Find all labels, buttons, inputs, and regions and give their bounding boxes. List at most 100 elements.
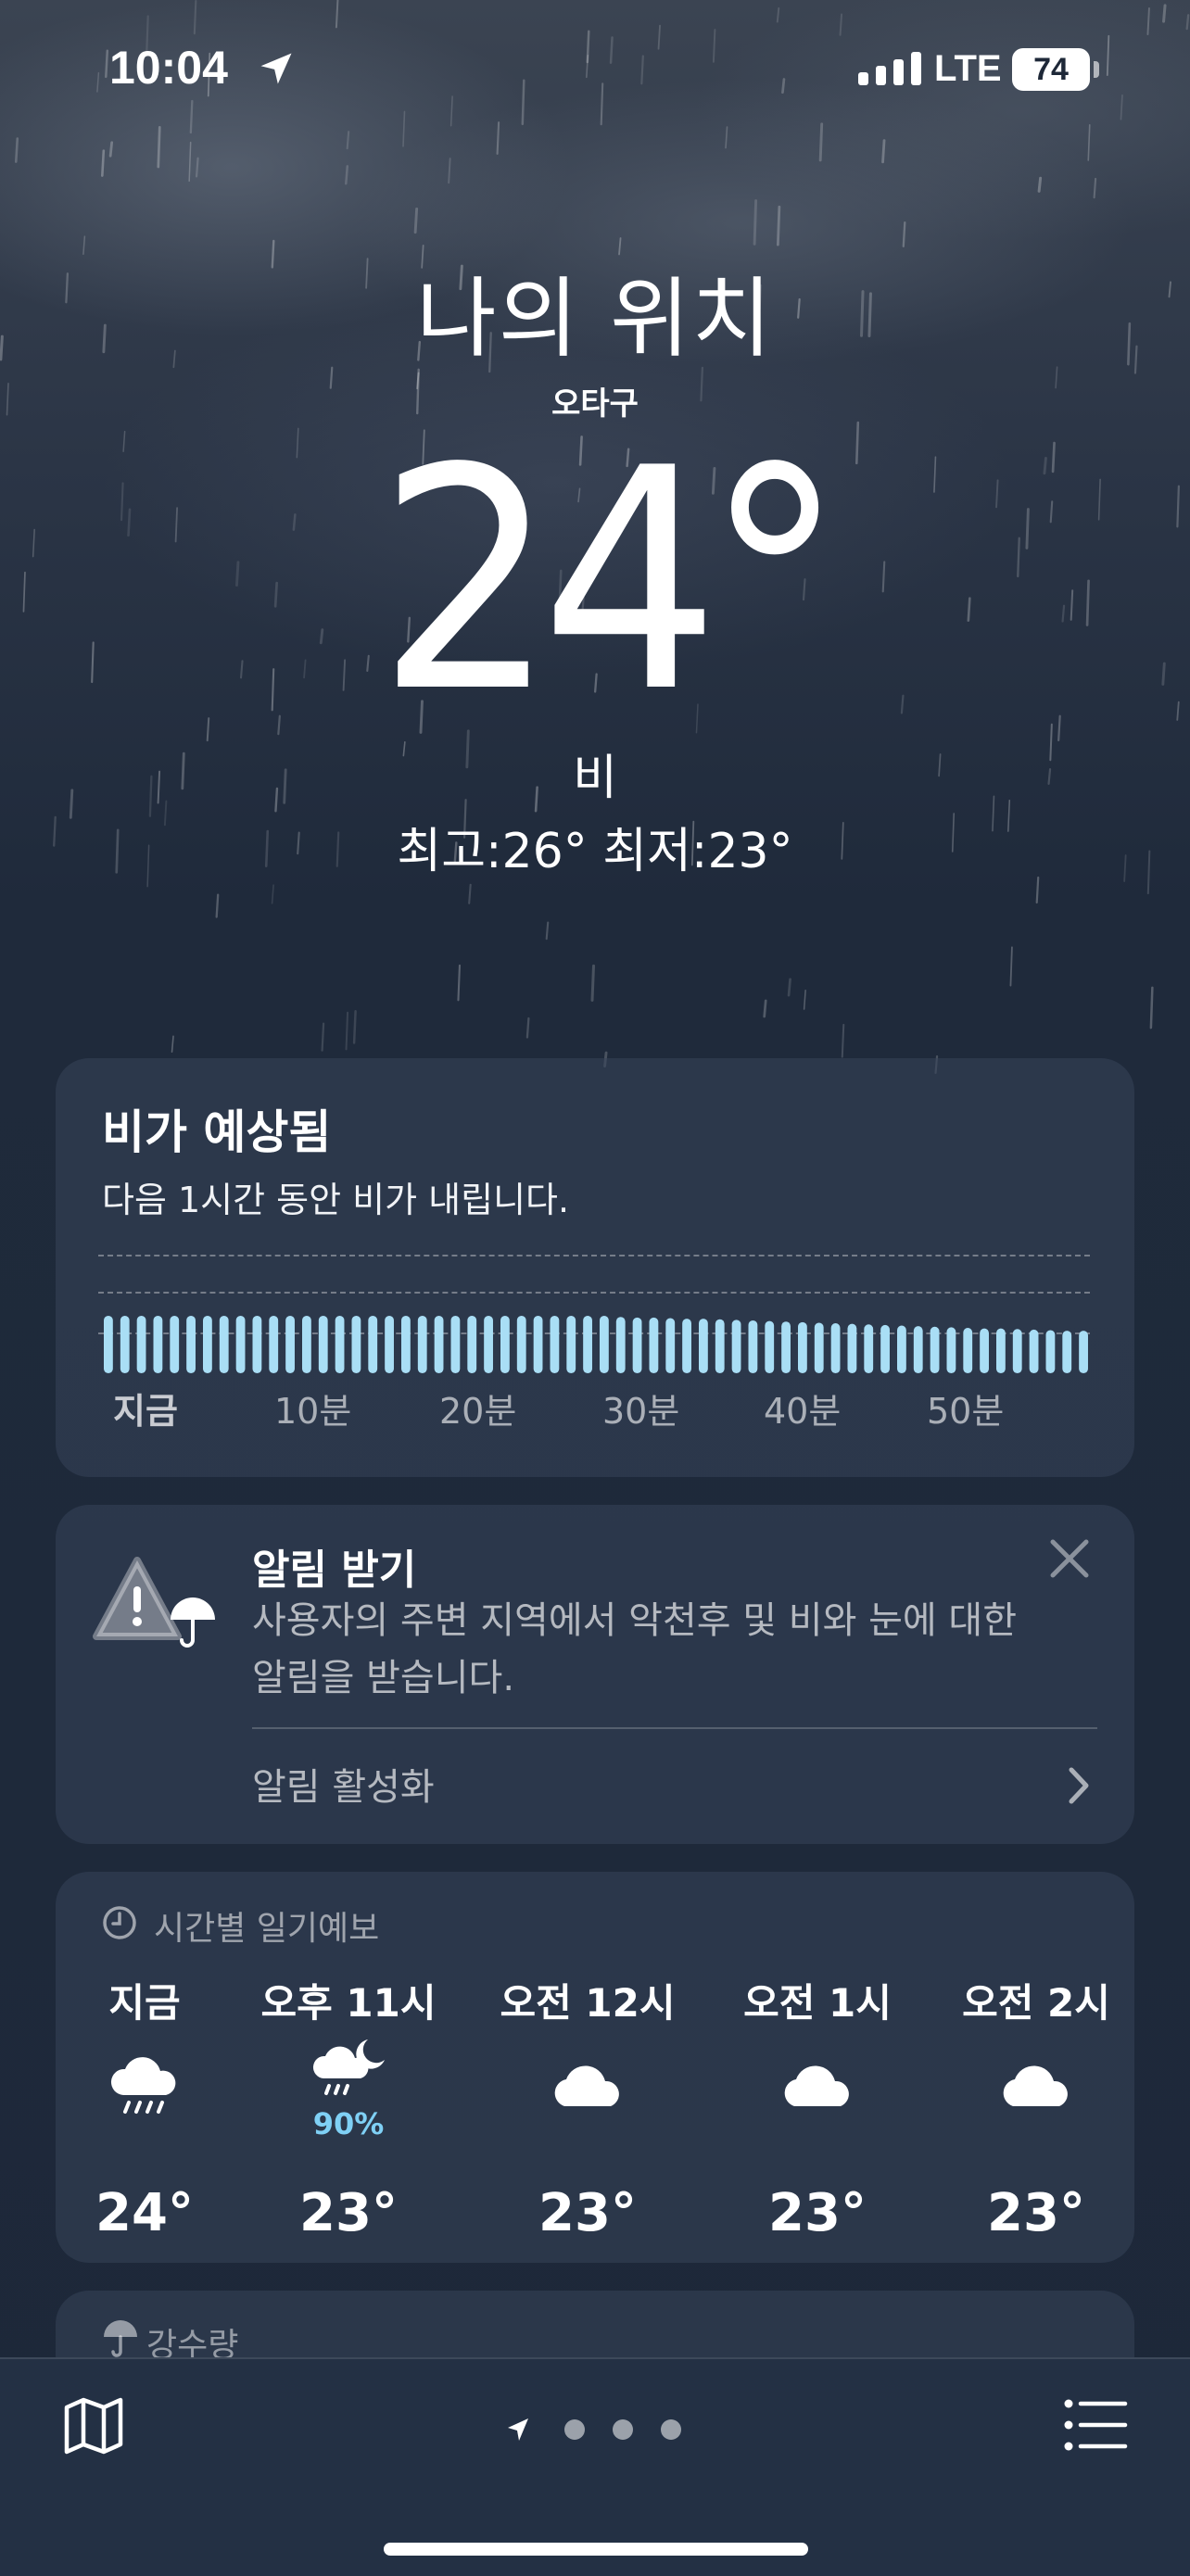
precip-bar bbox=[401, 1316, 411, 1373]
precip-bar bbox=[731, 1320, 741, 1373]
hour-label: 오후 11시 bbox=[260, 1980, 437, 2026]
close-icon[interactable] bbox=[1044, 1533, 1095, 1585]
x-label-20: 20분 bbox=[439, 1391, 517, 1432]
precip-bar bbox=[682, 1319, 691, 1373]
precip-bar bbox=[484, 1316, 493, 1373]
cellular-signal-icon bbox=[858, 52, 921, 85]
precip-bar bbox=[583, 1316, 592, 1373]
precip-bar bbox=[781, 1321, 791, 1373]
x-label-now: 지금 bbox=[113, 1391, 178, 1432]
x-label-30: 30분 bbox=[602, 1391, 680, 1432]
location-arrow-icon bbox=[508, 2418, 528, 2441]
hour-label: 오전 2시 bbox=[962, 1980, 1110, 2026]
rain-forecast-card[interactable]: 비가 예상됨 다음 1시간 동안 비가 내립니다. 지금 10분 20분 30분… bbox=[56, 1058, 1134, 1477]
hourly-item: 오전 2시 23° bbox=[943, 1972, 1129, 2243]
page-indicator[interactable] bbox=[500, 2411, 695, 2448]
precip-bar bbox=[897, 1325, 906, 1373]
precip-bar bbox=[186, 1316, 196, 1373]
precip-bar bbox=[500, 1316, 510, 1373]
precipitation-chart bbox=[104, 1316, 1088, 1373]
precip-bar bbox=[335, 1316, 345, 1373]
hour-temp: 23° bbox=[768, 2183, 867, 2243]
precip-bar bbox=[1012, 1329, 1022, 1373]
precip-bar bbox=[880, 1324, 890, 1373]
precip-bar bbox=[566, 1316, 576, 1373]
location-title: 나의 위치 bbox=[416, 269, 774, 370]
chart-gridline bbox=[98, 1292, 1090, 1294]
hourly-item: 오후 11시 90% 23° bbox=[256, 1972, 441, 2243]
precip-bar bbox=[104, 1316, 113, 1373]
hourly-item: 지금 24° bbox=[52, 1972, 237, 2243]
rain-card-title: 비가 예상됨 bbox=[102, 1105, 332, 1159]
precip-bar bbox=[1045, 1330, 1056, 1373]
battery-level: 74 bbox=[1012, 48, 1090, 91]
status-bar: 10:04 LTE 74 bbox=[0, 0, 1190, 139]
x-label-40: 40분 bbox=[764, 1391, 842, 1432]
precip-bar bbox=[1079, 1331, 1088, 1373]
precip-bar bbox=[913, 1326, 923, 1373]
x-label-50: 50분 bbox=[927, 1391, 1005, 1432]
precip-bar bbox=[814, 1322, 824, 1373]
precip-bar bbox=[269, 1316, 279, 1373]
alert-card[interactable]: 알림 받기 사용자의 주변 지역에서 악천후 및 비와 눈에 대한 알림을 받습… bbox=[56, 1505, 1134, 1844]
precip-bar bbox=[715, 1319, 725, 1373]
precip-chance: 90% bbox=[312, 2106, 385, 2141]
rain-cloud-icon bbox=[110, 2057, 176, 2114]
precip-bar bbox=[516, 1316, 526, 1373]
divider bbox=[252, 1727, 1097, 1729]
chart-gridline bbox=[98, 1255, 1090, 1256]
precip-bar bbox=[996, 1328, 1006, 1373]
precip-bar bbox=[1062, 1331, 1072, 1373]
umbrella-icon bbox=[104, 2320, 137, 2357]
current-weather: 나의 위치 오타구 24° 비 최고:26° 최저:23° bbox=[0, 269, 1190, 881]
cloud-icon bbox=[554, 2065, 619, 2106]
map-icon[interactable] bbox=[61, 2393, 126, 2457]
night-rain-icon bbox=[312, 2039, 385, 2095]
network-type: LTE bbox=[934, 48, 1002, 89]
precip-bar bbox=[798, 1321, 807, 1373]
precip-bar bbox=[252, 1316, 262, 1373]
precip-bar bbox=[120, 1316, 130, 1373]
precip-bar bbox=[600, 1316, 609, 1373]
precip-bar bbox=[864, 1324, 874, 1373]
precip-bar bbox=[302, 1316, 311, 1373]
high-low-temperature: 최고:26° 최저:23° bbox=[397, 824, 793, 879]
cloud-icon bbox=[784, 2065, 849, 2106]
chevron-right-icon[interactable] bbox=[1060, 1762, 1097, 1809]
precip-bar bbox=[963, 1328, 973, 1373]
list-icon[interactable] bbox=[1064, 2398, 1129, 2452]
hourly-item: 오전 1시 23° bbox=[725, 1972, 910, 2243]
enable-alerts-button[interactable]: 알림 활성화 bbox=[252, 1757, 435, 1811]
cloud-icon bbox=[1003, 2065, 1068, 2106]
hour-label: 지금 bbox=[108, 1980, 181, 2026]
hour-temp: 24° bbox=[95, 2183, 194, 2243]
alert-description: 사용자의 주변 지역에서 악천후 및 비와 눈에 대한 알림을 받습니다. bbox=[252, 1599, 1018, 1699]
precip-bar bbox=[615, 1317, 626, 1373]
precip-bar bbox=[450, 1316, 461, 1373]
hour-temp: 23° bbox=[538, 2183, 637, 2243]
precip-bar bbox=[847, 1323, 857, 1373]
precip-bar bbox=[434, 1316, 444, 1373]
precip-bar bbox=[665, 1318, 676, 1373]
precip-bar bbox=[1029, 1329, 1039, 1373]
precip-bar bbox=[533, 1316, 543, 1373]
precip-bar bbox=[930, 1326, 940, 1373]
precip-bar bbox=[351, 1316, 361, 1373]
precip-bar bbox=[649, 1317, 659, 1373]
precip-bar bbox=[417, 1316, 427, 1373]
home-indicator bbox=[384, 2543, 808, 2556]
precip-bar bbox=[136, 1316, 146, 1373]
hour-label: 오전 12시 bbox=[500, 1980, 676, 2026]
precip-bar bbox=[219, 1316, 229, 1373]
hourly-forecast-card[interactable]: 시간별 일기예보 지금 24° 오후 11시 90% 23° 오전 12시 23… bbox=[56, 1872, 1134, 2263]
status-time: 10:04 bbox=[109, 42, 228, 94]
precip-bar bbox=[467, 1316, 477, 1373]
chart-x-labels: 지금 10분 20분 30분 40분 50분 bbox=[56, 1383, 1134, 1432]
hour-temp: 23° bbox=[987, 2183, 1085, 2243]
hour-temp: 23° bbox=[299, 2183, 398, 2243]
precip-bar bbox=[153, 1316, 163, 1373]
alert-title: 알림 받기 bbox=[252, 1547, 417, 1594]
severe-weather-umbrella-icon bbox=[93, 1557, 215, 1648]
precip-bar bbox=[368, 1316, 378, 1373]
precip-bar bbox=[699, 1319, 708, 1373]
